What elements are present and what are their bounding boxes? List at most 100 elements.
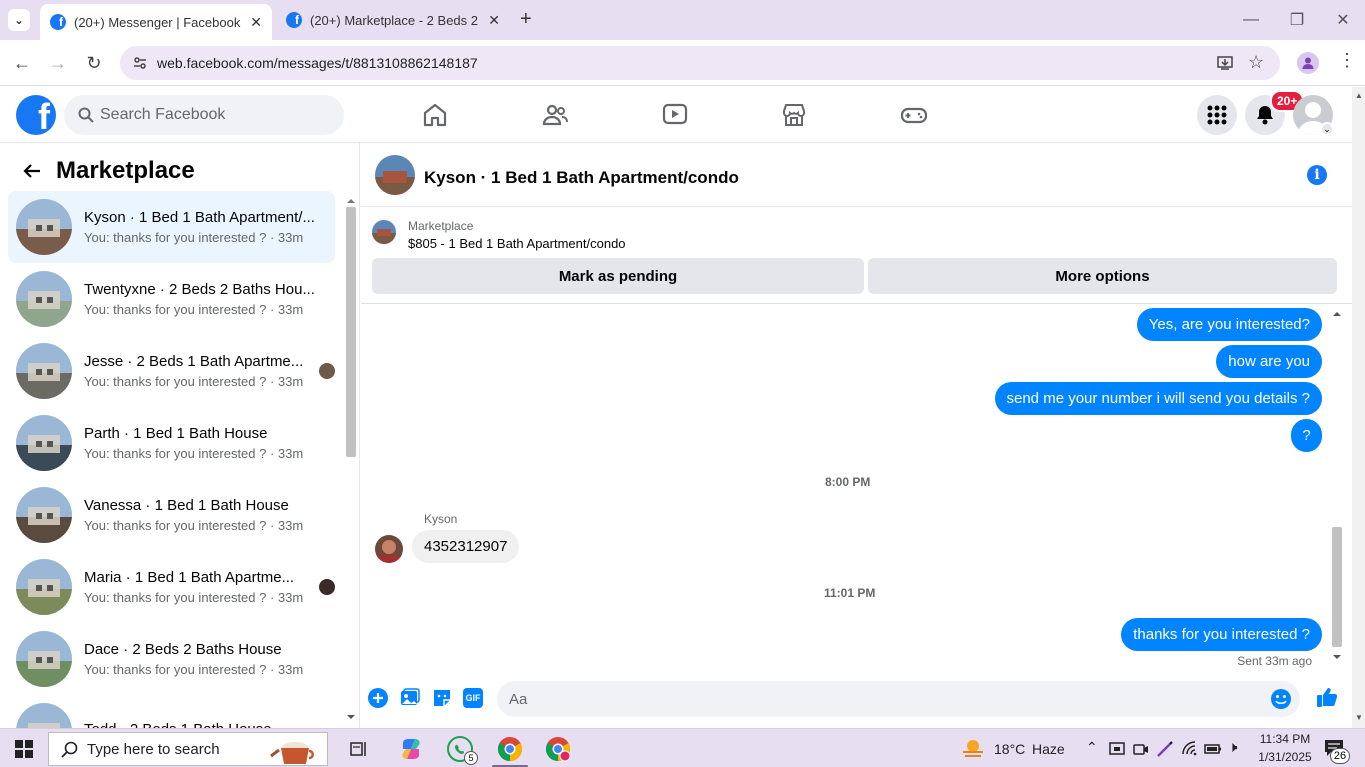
conversation-item[interactable]: Twentyxne · 2 Beds 2 Baths Hou... You: th… — [8, 263, 335, 335]
address-bar[interactable]: web.facebook.com/messages/t/881310886214… — [120, 46, 1280, 80]
emoji-icon[interactable] — [1270, 688, 1292, 710]
clock-date[interactable]: 1/31/2025 — [1254, 750, 1316, 764]
facebook-search-input[interactable]: Search Facebook — [64, 95, 344, 135]
listing-thumbnail[interactable] — [372, 220, 396, 244]
plus-circle-icon[interactable] — [368, 688, 388, 708]
conversation-item[interactable]: Kyson · 1 Bed 1 Bath Apartment/... You: t… — [8, 191, 335, 263]
conversation-item[interactable]: Parth · 1 Bed 1 Bath House You: thanks fo… — [8, 407, 335, 479]
listing-price[interactable]: $805 - 1 Bed 1 Bath Apartment/condo — [408, 236, 626, 251]
new-tab-icon[interactable]: + — [520, 8, 532, 31]
conversation-item[interactable]: Maria · 1 Bed 1 Bath Apartme... You: than… — [8, 551, 335, 623]
chrome-profile-icon[interactable] — [545, 736, 571, 762]
conversation-name: Maria · 1 Bed 1 Bath Apartme... — [84, 569, 295, 586]
chat-scrollbar[interactable] — [1330, 307, 1344, 667]
conversation-text: Parth · 1 Bed 1 Bath House You: thanks fo… — [84, 425, 316, 461]
close-window-icon[interactable]: ✕ — [1320, 0, 1365, 40]
image-icon[interactable] — [400, 688, 420, 708]
minimize-icon[interactable]: — — [1228, 0, 1274, 40]
conversation-item[interactable]: Jesse · 2 Beds 1 Bath Apartme... You: tha… — [8, 335, 335, 407]
tray-app-icon[interactable] — [1108, 740, 1126, 758]
volume-muted-icon[interactable]: 🕨 — [1228, 739, 1237, 756]
browser-menu-icon[interactable]: ⋮ — [1338, 50, 1356, 71]
pen-icon[interactable] — [1156, 740, 1174, 758]
page-scrollbar[interactable]: ▲ ▼ — [1352, 87, 1365, 728]
conversation-text: Jesse · 2 Beds 1 Bath Apartme... You: tha… — [84, 353, 313, 389]
chrome-icon[interactable] — [497, 736, 523, 762]
tab-title: (20+) Marketplace - 2 Beds 2 Ba — [310, 12, 483, 28]
message-timestamp: 11:01 PM — [824, 586, 876, 600]
taskbar-search-input[interactable]: Type here to search — [48, 732, 328, 766]
battery-icon[interactable] — [1203, 740, 1223, 758]
info-icon[interactable]: i — [1307, 165, 1327, 185]
account-chevron-down-icon[interactable]: ⌄ — [1320, 122, 1334, 136]
bookmark-star-icon[interactable]: ☆ — [1248, 52, 1264, 73]
hot-cocoa-icon — [270, 742, 314, 764]
taskbar-search-placeholder: Type here to search — [87, 740, 220, 758]
task-view-icon[interactable] — [349, 739, 369, 759]
marketplace-icon[interactable] — [780, 101, 808, 129]
gif-icon[interactable]: GIF — [463, 688, 483, 708]
profile-icon[interactable] — [1297, 52, 1319, 74]
forward-icon[interactable]: → — [47, 52, 69, 74]
read-receipt-avatar — [319, 579, 335, 595]
restore-icon[interactable]: ❐ — [1274, 0, 1320, 40]
tab-messenger[interactable]: f (20+) Messenger | Facebook ✕ — [40, 4, 272, 40]
conversation-item[interactable]: Todd · 2 Beds 1 Bath House — [8, 695, 335, 728]
gaming-icon[interactable] — [900, 101, 928, 129]
tab-search-button[interactable]: ⌄ — [8, 9, 30, 31]
copilot-icon[interactable] — [399, 737, 423, 761]
tab-marketplace[interactable]: f (20+) Marketplace - 2 Beds 2 Ba ✕ — [276, 4, 510, 36]
reload-icon[interactable]: ↻ — [83, 52, 105, 74]
scroll-up-icon[interactable]: ▲ — [1355, 91, 1363, 100]
conversation-item[interactable]: Vanessa · 1 Bed 1 Bath House You: thanks … — [8, 479, 335, 551]
conversation-avatar — [16, 343, 72, 399]
clock-time[interactable]: 11:34 PM — [1257, 732, 1313, 746]
chat-avatar[interactable] — [375, 155, 415, 195]
mark-as-pending-button[interactable]: Mark as pending — [372, 258, 864, 294]
tray-overflow-chevron-up-icon[interactable]: ⌃ — [1086, 739, 1098, 756]
thumbs-up-icon[interactable] — [1316, 686, 1338, 708]
conversation-item[interactable]: Dace · 2 Beds 2 Baths House You: thanks f… — [8, 623, 335, 695]
close-tab-icon[interactable]: ✕ — [488, 12, 500, 29]
video-icon[interactable] — [661, 101, 689, 129]
close-tab-icon[interactable]: ✕ — [250, 14, 262, 31]
home-icon[interactable] — [421, 101, 449, 129]
conversation-preview: You: thanks for you interested ? · 33m — [84, 374, 304, 389]
marketplace-title: Marketplace — [56, 157, 195, 184]
more-options-button[interactable]: More options — [868, 258, 1337, 294]
url-text: web.facebook.com/messages/t/881310886214… — [157, 55, 478, 71]
chat-title[interactable]: Kyson · 1 Bed 1 Bath Apartment/condo — [424, 168, 739, 188]
windows-start-icon[interactable] — [15, 740, 33, 758]
message-bubble-sent[interactable]: thanks for you interested ? — [1121, 618, 1322, 651]
message-bubble-sent[interactable]: send me your number i will send you deta… — [994, 382, 1322, 415]
friends-icon[interactable] — [541, 101, 569, 129]
message-bubble-sent[interactable]: how are you — [1216, 345, 1322, 378]
message-bubble-sent[interactable]: ? — [1291, 419, 1322, 452]
conversation-avatar — [16, 271, 72, 327]
facebook-favicon-icon: f — [286, 12, 302, 28]
sender-avatar[interactable] — [375, 535, 403, 563]
message-input-placeholder: Aa — [509, 690, 528, 708]
meet-now-icon[interactable] — [1132, 740, 1150, 758]
search-icon — [61, 741, 78, 758]
conversation-text: Vanessa · 1 Bed 1 Bath House You: thanks … — [84, 497, 316, 533]
search-icon — [78, 107, 94, 123]
weather-description[interactable]: Haze — [1032, 741, 1065, 757]
message-input[interactable]: Aa — [497, 681, 1300, 717]
message-bubble-received[interactable]: 4352312907 — [412, 530, 520, 563]
wifi-icon[interactable] — [1181, 740, 1199, 758]
conversation-list-scrollbar[interactable] — [344, 193, 358, 728]
install-app-icon[interactable] — [1216, 54, 1234, 72]
facebook-logo-icon[interactable]: f — [16, 95, 56, 135]
menu-grid-button[interactable] — [1197, 95, 1237, 135]
weather-haze-icon[interactable] — [960, 738, 986, 760]
sticker-icon[interactable] — [432, 688, 452, 708]
site-info-icon[interactable] — [132, 55, 148, 71]
conversation-text: Maria · 1 Bed 1 Bath Apartme... You: than… — [84, 569, 313, 605]
back-icon[interactable]: ← — [11, 52, 33, 74]
scroll-down-icon[interactable]: ▼ — [1355, 713, 1363, 722]
back-arrow-icon[interactable] — [22, 163, 42, 179]
message-bubble-sent[interactable]: Yes, are you interested? — [1136, 308, 1322, 341]
weather-temperature[interactable]: 18°C — [994, 741, 1025, 757]
chat-header: Kyson · 1 Bed 1 Bath Apartment/condo i — [361, 143, 1352, 207]
